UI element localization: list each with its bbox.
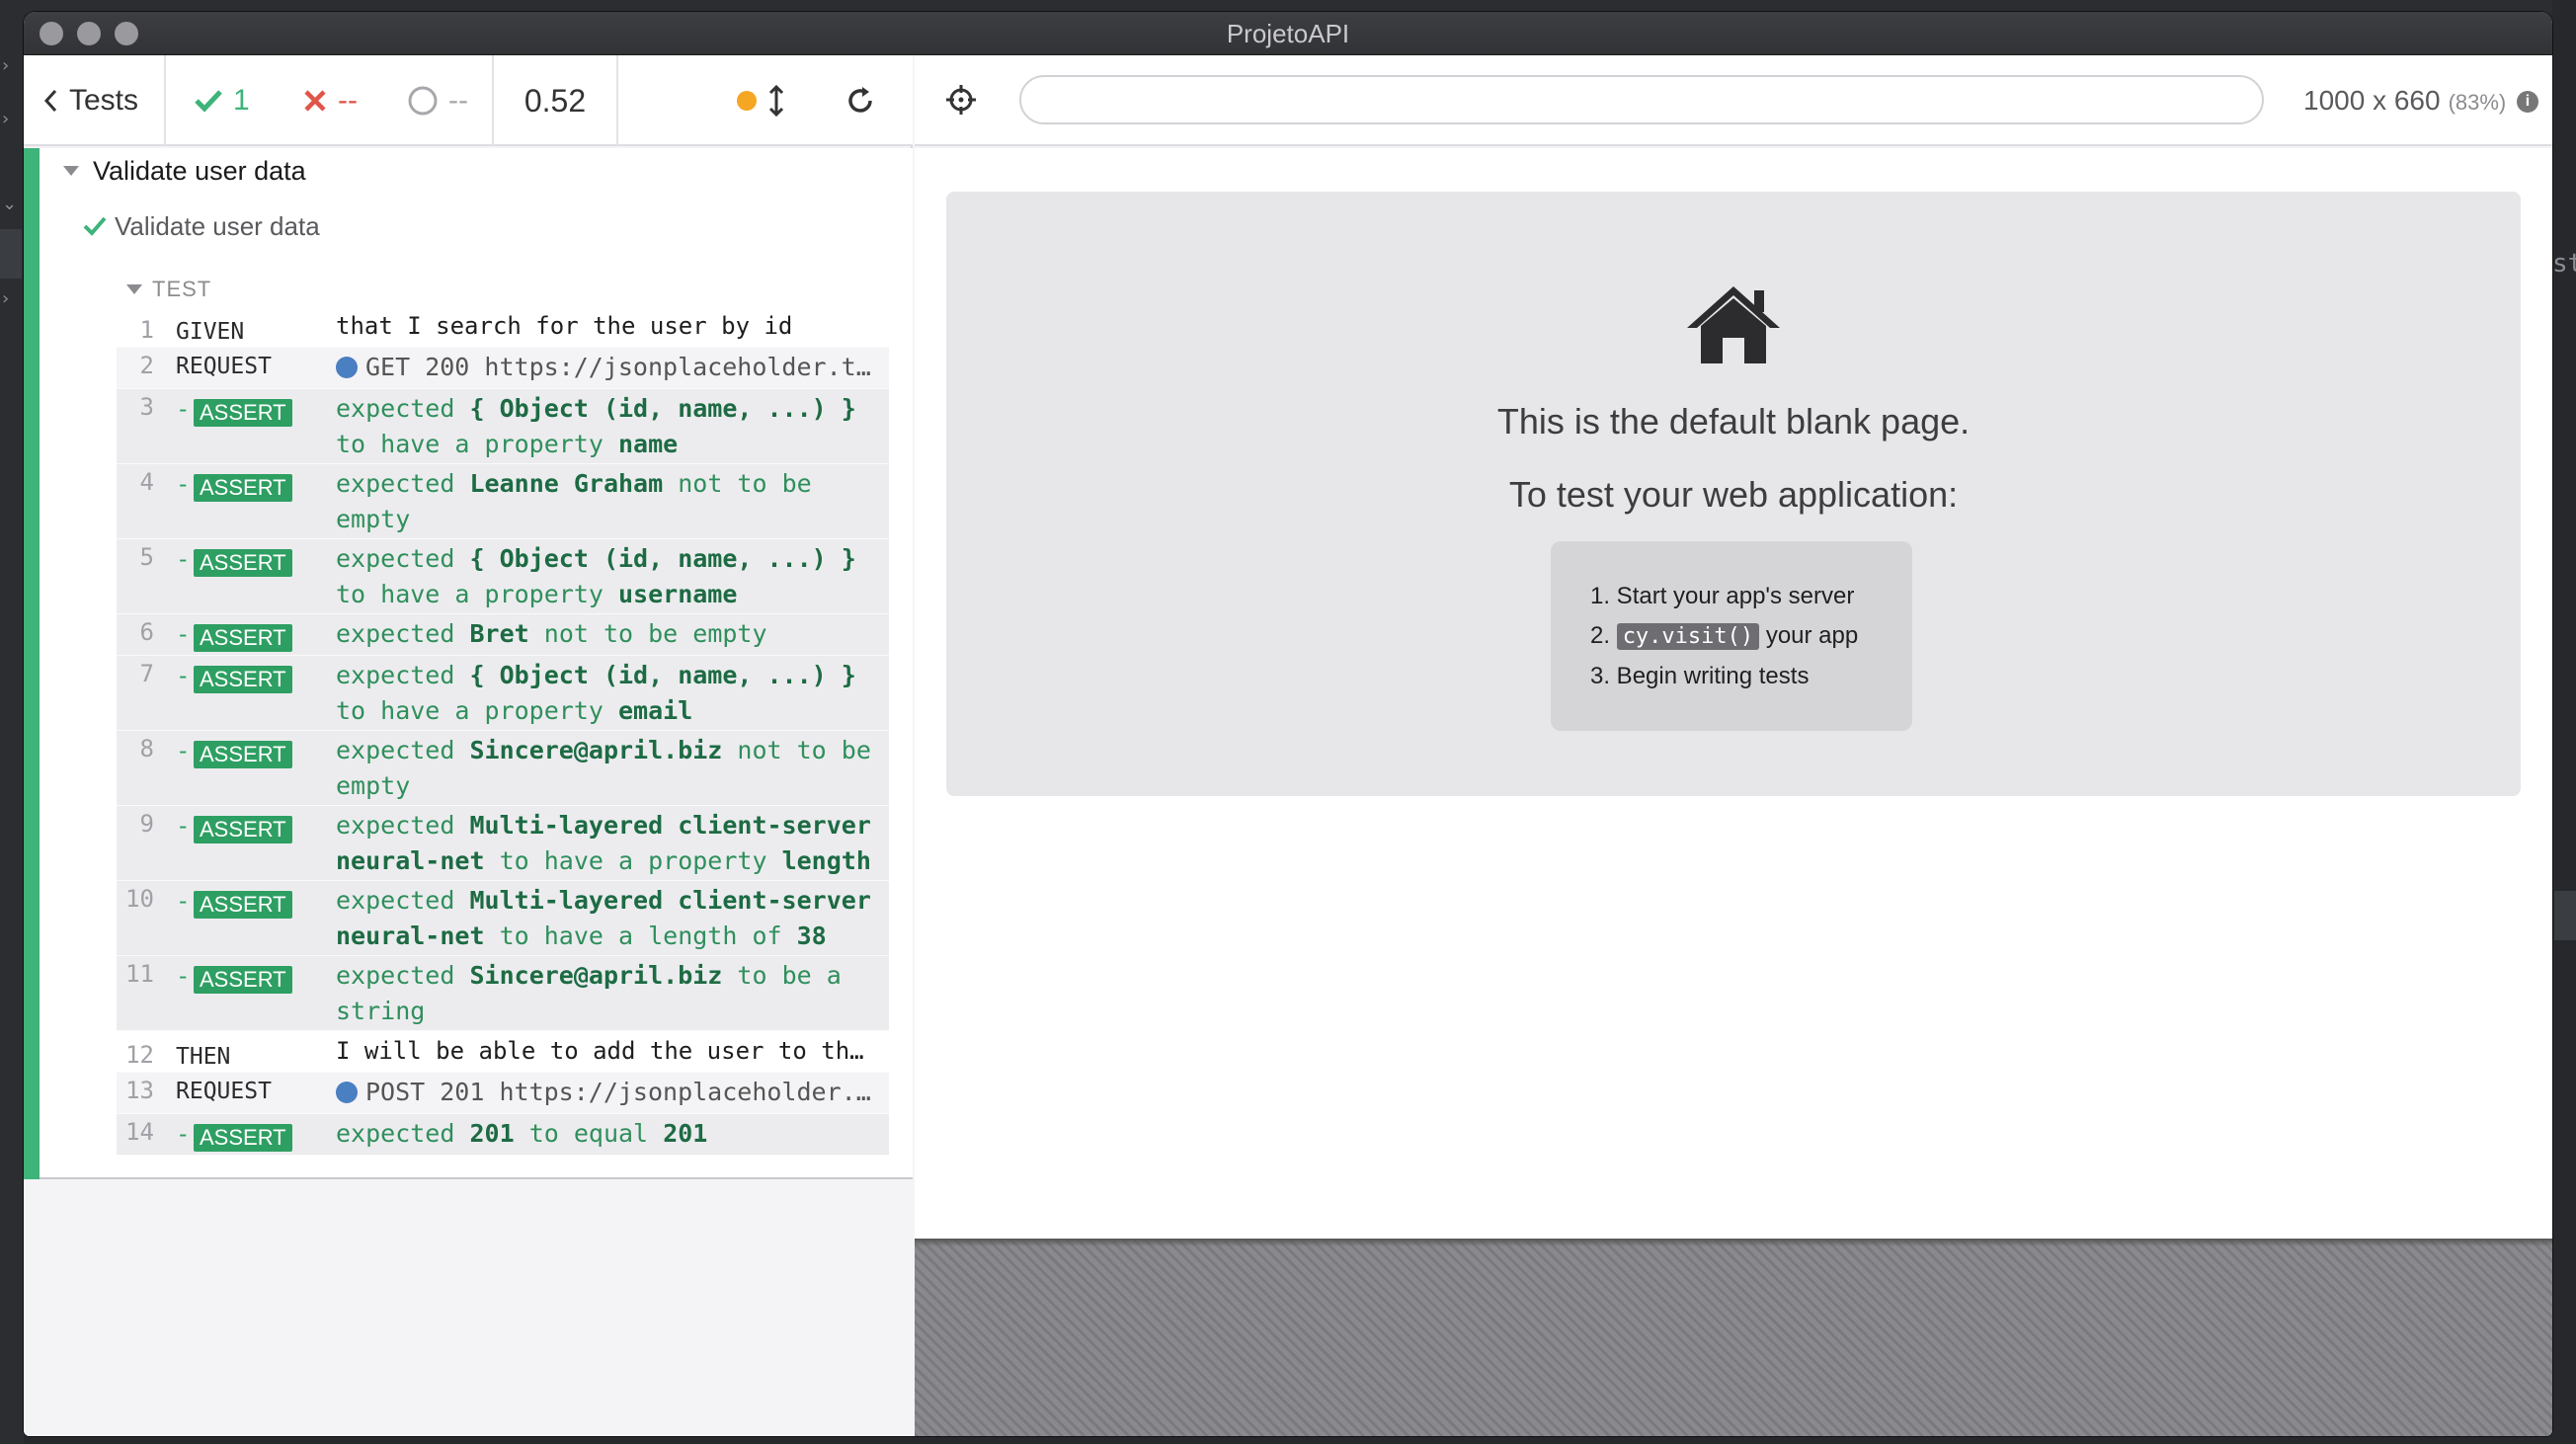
back-label: Tests bbox=[69, 84, 139, 117]
background-gutter bbox=[0, 0, 24, 1444]
suite-title[interactable]: Validate user data bbox=[93, 156, 306, 187]
command-log: 1 GIVEN that I search for the user by id… bbox=[117, 306, 889, 1156]
command-row[interactable]: 13 REQUEST POST 201 https://jsonplacehol… bbox=[117, 1073, 889, 1114]
command-row[interactable]: 5 - ASSERT expected { Object (id, name, … bbox=[117, 539, 889, 614]
assert-badge: ASSERT bbox=[194, 1124, 292, 1152]
caret-down-icon[interactable] bbox=[63, 166, 79, 176]
code-chip: cy.visit() bbox=[1616, 623, 1760, 650]
aut-empty-area bbox=[915, 1239, 2552, 1436]
suite-status-bar bbox=[24, 148, 40, 1179]
failed-count[interactable]: -- bbox=[302, 55, 358, 146]
reporter-empty-area bbox=[24, 1179, 913, 1436]
command-row[interactable]: 10 - ASSERT expected Multi-layered clien… bbox=[117, 881, 889, 956]
aut-frame-shadow bbox=[915, 1239, 2552, 1246]
background-right-panel bbox=[2552, 0, 2576, 1444]
x-icon bbox=[304, 90, 326, 112]
chevron-right-icon: › bbox=[2, 109, 10, 129]
status-dot-icon bbox=[737, 91, 757, 111]
url-input[interactable] bbox=[1019, 75, 2264, 124]
step-item: 2. cy.visit() your app bbox=[1590, 622, 1859, 650]
header-divider bbox=[164, 55, 166, 146]
command-row[interactable]: 1 GIVEN that I search for the user by id bbox=[117, 306, 889, 348]
selector-playground-icon[interactable] bbox=[944, 83, 978, 117]
background-text: st bbox=[2552, 249, 2576, 279]
up-down-arrow-icon bbox=[768, 84, 784, 118]
assert-badge: ASSERT bbox=[194, 474, 292, 502]
blank-page-card: This is the default blank page. To test … bbox=[946, 192, 2521, 796]
viewport-size: 1000 x 660 (83%) bbox=[2303, 85, 2507, 116]
check-icon bbox=[83, 216, 107, 236]
command-row[interactable]: 11 - ASSERT expected Sincere@april.biz t… bbox=[117, 956, 889, 1031]
chevron-right-icon: › bbox=[2, 288, 10, 309]
request-status-dot-icon bbox=[336, 357, 358, 378]
pending-circle-icon bbox=[408, 86, 438, 116]
assert-badge: ASSERT bbox=[194, 891, 292, 919]
command-row[interactable]: 9 - ASSERT expected Multi-layered client… bbox=[117, 806, 889, 881]
home-icon bbox=[1687, 286, 1780, 363]
command-row[interactable]: 12 THEN I will be able to add the user t… bbox=[117, 1031, 889, 1073]
chevron-left-icon bbox=[43, 89, 57, 113]
reporter-panel: Tests 1 -- -- 0.52 Validate user data Va… bbox=[24, 55, 913, 1436]
request-status-dot-icon bbox=[336, 1082, 358, 1103]
runnable-suite: Validate user data Validate user data TE… bbox=[24, 148, 913, 1179]
rerun-button[interactable] bbox=[844, 55, 877, 146]
section-label: TEST bbox=[152, 277, 212, 301]
passed-count[interactable]: 1 bbox=[194, 55, 250, 146]
assert-badge: ASSERT bbox=[194, 816, 292, 843]
command-row[interactable]: 3 - ASSERT expected { Object (id, name, … bbox=[117, 389, 889, 464]
assert-badge: ASSERT bbox=[194, 966, 292, 994]
title-bar: ProjetoAPI bbox=[24, 12, 2552, 55]
blank-page-subtitle: To test your web application: bbox=[1508, 474, 1959, 515]
background-right-selection bbox=[2554, 891, 2576, 940]
check-icon bbox=[195, 90, 222, 113]
command-row[interactable]: 2 REQUEST GET 200 https://jsonplaceholde… bbox=[117, 348, 889, 389]
blank-page-title: This is the default blank page. bbox=[1496, 401, 1971, 441]
header-divider bbox=[616, 55, 618, 146]
reload-icon bbox=[848, 87, 872, 113]
step-item: 3. Begin writing tests bbox=[1590, 663, 1810, 689]
pending-count[interactable]: -- bbox=[407, 55, 468, 146]
aut-header: 1000 x 660 (83%) i bbox=[915, 55, 2552, 146]
command-row[interactable]: 7 - ASSERT expected { Object (id, name, … bbox=[117, 656, 889, 731]
chevron-right-icon: › bbox=[2, 55, 10, 76]
test-title[interactable]: Validate user data bbox=[115, 211, 320, 242]
assert-badge: ASSERT bbox=[194, 399, 292, 427]
app-window: ProjetoAPI Tests 1 -- -- 0.52 Validate u… bbox=[24, 12, 2552, 1436]
step-item: 1. Start your app's server bbox=[1590, 583, 1855, 609]
caret-down-icon[interactable] bbox=[126, 284, 142, 294]
info-icon[interactable]: i bbox=[2517, 91, 2538, 113]
duration: 0.52 bbox=[523, 82, 587, 119]
aut-iframe: This is the default blank page. To test … bbox=[915, 148, 2552, 1239]
command-row[interactable]: 14 - ASSERT expected 201 to equal 201 bbox=[117, 1114, 889, 1156]
background-gutter-selection bbox=[0, 229, 22, 279]
chevron-down-icon: ⌄ bbox=[2, 194, 18, 214]
command-row[interactable]: 8 - ASSERT expected Sincere@april.biz no… bbox=[117, 731, 889, 806]
command-row[interactable]: 6 - ASSERT expected Bret not to be empty bbox=[117, 614, 889, 656]
command-row[interactable]: 4 - ASSERT expected Leanne Graham not to… bbox=[117, 464, 889, 539]
window-title: ProjetoAPI bbox=[1226, 19, 1350, 48]
getting-started-steps: 1. Start your app's server 2. cy.visit()… bbox=[1551, 541, 1912, 731]
back-to-tests-button[interactable]: Tests bbox=[41, 55, 168, 146]
assert-badge: ASSERT bbox=[194, 549, 292, 577]
reporter-header: Tests 1 -- -- 0.52 bbox=[24, 55, 913, 146]
assert-badge: ASSERT bbox=[194, 624, 292, 652]
assert-badge: ASSERT bbox=[194, 741, 292, 768]
auto-scroll-toggle[interactable] bbox=[737, 55, 786, 146]
assert-badge: ASSERT bbox=[194, 666, 292, 693]
